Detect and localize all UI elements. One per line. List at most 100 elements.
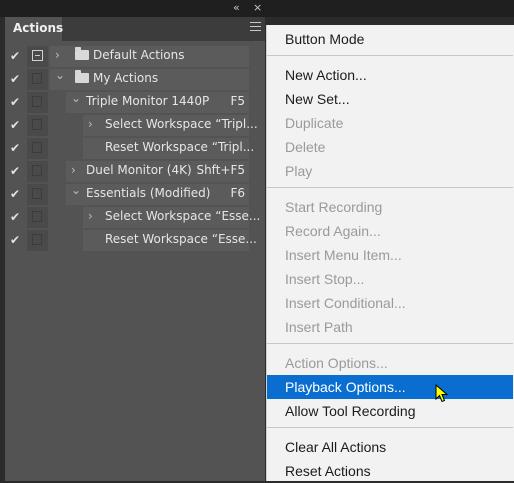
menu-item-action-options: Action Options...	[267, 351, 513, 375]
dialog-off-icon	[32, 211, 42, 222]
action-row[interactable]: ✔ › Select Workspace “Tripl...	[5, 114, 258, 137]
dialog-on-icon	[32, 50, 43, 61]
toggle-dialog-cell[interactable]	[27, 184, 48, 205]
menu-item-insert-menu-item: Insert Menu Item...	[267, 243, 513, 267]
menu-item-label: Clear All Actions	[285, 439, 387, 455]
chevron-down-icon[interactable]: ⌄	[55, 68, 65, 82]
action-label: Essentials (Modified)	[86, 186, 211, 200]
toggle-item-check-icon[interactable]: ✔	[9, 118, 21, 132]
action-row[interactable]: ✔ › Default Actions	[5, 45, 249, 68]
action-row[interactable]: ✔ ⌄ My Actions	[5, 68, 249, 91]
menu-item-start-recording: Start Recording	[267, 195, 513, 219]
menu-item-label: Action Options...	[285, 355, 388, 371]
action-row[interactable]: ✔ Reset Workspace “Esse...	[5, 229, 257, 252]
actions-panel: Actions ✔ › Default Actions ✔ ⌄ My Actions ✔ ⌄ T…	[5, 17, 265, 481]
folder-icon	[75, 70, 89, 83]
action-row[interactable]: ✔ ⌄ Essentials (Modified) F6	[5, 183, 249, 206]
menu-item-label: Allow Tool Recording	[285, 403, 416, 419]
toggle-dialog-cell[interactable]	[27, 69, 48, 90]
toggle-dialog-cell[interactable]	[27, 115, 48, 136]
toggle-dialog-cell[interactable]	[27, 92, 48, 113]
menu-item-label: Start Recording	[285, 199, 383, 215]
menu-item-label: Duplicate	[285, 115, 344, 131]
toggle-dialog-cell[interactable]	[27, 46, 48, 67]
close-panel-icon[interactable]: ×	[253, 2, 262, 14]
menu-item-label: New Set...	[285, 91, 350, 107]
menu-item-record-again: Record Again...	[267, 219, 513, 243]
chevron-right-icon[interactable]: ›	[88, 209, 98, 223]
collapse-panels-icon[interactable]: «	[233, 2, 240, 14]
action-label: Reset Workspace “Tripl...	[105, 140, 255, 154]
dialog-off-icon	[32, 234, 42, 245]
action-label: Triple Monitor 1440P	[86, 94, 210, 108]
toggle-item-check-icon[interactable]: ✔	[9, 141, 21, 155]
chevron-down-icon[interactable]: ⌄	[71, 91, 81, 105]
menu-item-reset-actions[interactable]: Reset Actions	[267, 459, 513, 483]
action-label: Select Workspace “Tripl...	[105, 117, 258, 131]
mouse-cursor-icon	[435, 384, 449, 403]
menu-item-label: Button Mode	[285, 31, 365, 47]
tab-actions[interactable]: Actions	[5, 17, 63, 41]
tab-actions-label: Actions	[13, 21, 64, 35]
menu-item-label: Insert Stop...	[285, 271, 365, 287]
menu-item-label: Record Again...	[285, 223, 381, 239]
dialog-off-icon	[32, 96, 42, 107]
dialog-off-icon	[32, 73, 42, 84]
panel-menu-icon[interactable]	[250, 22, 261, 34]
menu-item-playback-options[interactable]: Playback Options...	[267, 375, 513, 399]
action-label: Reset Workspace “Esse...	[105, 232, 257, 246]
action-label: Select Workspace “Esse...	[105, 209, 261, 223]
menu-item-label: New Action...	[285, 67, 367, 83]
toggle-dialog-cell[interactable]	[27, 161, 48, 182]
dialog-off-icon	[32, 165, 42, 176]
action-row[interactable]: ✔ › Select Workspace “Esse...	[5, 206, 260, 229]
menu-item-clear-all-actions[interactable]: Clear All Actions	[267, 435, 513, 459]
menu-item-insert-stop: Insert Stop...	[267, 267, 513, 291]
action-label: Duel Monitor (4K)	[86, 163, 192, 177]
toggle-item-check-icon[interactable]: ✔	[9, 72, 21, 86]
toggle-item-check-icon[interactable]: ✔	[9, 164, 21, 178]
menu-item-label: Playback Options...	[285, 379, 406, 395]
toggle-item-check-icon[interactable]: ✔	[9, 233, 21, 247]
chevron-right-icon[interactable]: ›	[71, 163, 81, 177]
chevron-right-icon[interactable]: ›	[88, 117, 98, 131]
chevron-down-icon[interactable]: ⌄	[71, 183, 81, 197]
menu-item-new-set[interactable]: New Set...	[267, 87, 513, 111]
menu-item-allow-tool-recording[interactable]: Allow Tool Recording	[267, 399, 513, 423]
toggle-dialog-cell[interactable]	[27, 138, 48, 159]
shortcut-key: F6	[230, 186, 245, 200]
menu-item-label: Insert Menu Item...	[285, 247, 402, 263]
toggle-item-check-icon[interactable]: ✔	[9, 95, 21, 109]
action-row[interactable]: ✔ ⌄ Triple Monitor 1440P F5	[5, 91, 249, 114]
toggle-item-check-icon[interactable]: ✔	[9, 187, 21, 201]
menu-item-insert-conditional: Insert Conditional...	[267, 291, 513, 315]
menu-item-button-mode[interactable]: Button Mode	[267, 27, 513, 51]
menu-item-delete: Delete	[267, 135, 513, 159]
menu-item-label: Insert Conditional...	[285, 295, 406, 311]
menu-item-new-action[interactable]: New Action...	[267, 63, 513, 87]
action-label: My Actions	[93, 71, 159, 85]
dialog-off-icon	[32, 119, 42, 130]
menu-item-duplicate: Duplicate	[267, 111, 513, 135]
panel-flyout-menu: Button Mode New Action... New Set... Duplic…	[266, 25, 514, 481]
menu-item-label: Insert Path	[285, 319, 353, 335]
panel-tab-bar: Actions	[5, 17, 265, 41]
action-row[interactable]: ✔ Reset Workspace “Tripl...	[5, 137, 254, 160]
toggle-dialog-cell[interactable]	[27, 207, 48, 228]
menu-item-label: Reset Actions	[285, 463, 371, 479]
toggle-dialog-cell[interactable]	[27, 230, 48, 251]
dialog-off-icon	[32, 142, 42, 153]
shortcut-key: Shft+F5	[196, 163, 245, 177]
menu-separator	[267, 343, 513, 344]
action-row[interactable]: ✔ › Duel Monitor (4K) Shft+F5	[5, 160, 249, 183]
menu-item-label: Play	[285, 163, 313, 179]
toggle-item-check-icon[interactable]: ✔	[9, 49, 21, 63]
menu-item-play: Play	[267, 159, 513, 183]
menu-separator	[267, 187, 513, 188]
menu-separator	[267, 55, 513, 56]
chevron-right-icon[interactable]: ›	[55, 48, 65, 62]
folder-icon	[75, 47, 89, 60]
menu-item-label: Delete	[285, 139, 326, 155]
toggle-item-check-icon[interactable]: ✔	[9, 210, 21, 224]
shortcut-key: F5	[230, 94, 245, 108]
